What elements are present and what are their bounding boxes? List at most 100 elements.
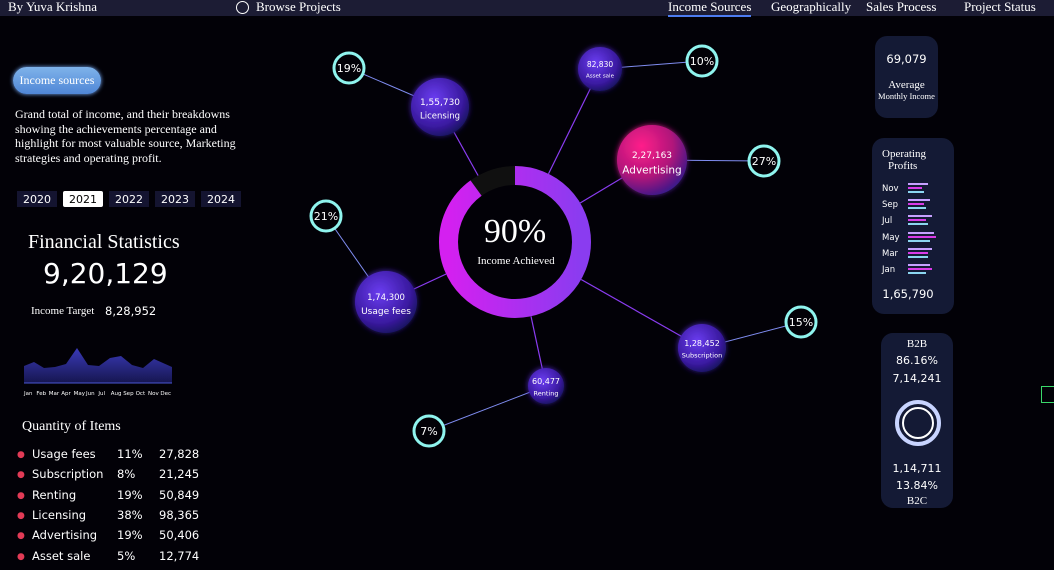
- bubble-label: Licensing: [420, 112, 460, 122]
- source-bubble[interactable]: [528, 368, 564, 404]
- op-month-label: May: [882, 232, 900, 243]
- side-handle[interactable]: [1041, 386, 1054, 403]
- bubble-label: Renting: [534, 390, 559, 398]
- badge-connector: [428, 385, 547, 432]
- list-item: ● Licensing 38% 98,365: [17, 508, 217, 526]
- top-bar: By Yuva Krishna Browse Projects Income S…: [0, 0, 1054, 17]
- item-percent: 19%: [117, 528, 143, 543]
- item-percent: 5%: [117, 548, 136, 563]
- year-2020[interactable]: 2020: [17, 191, 57, 207]
- percent-badge-text: 10%: [690, 55, 714, 68]
- b2b-ring-inner: [902, 407, 934, 439]
- bullet-icon: ●: [17, 510, 25, 521]
- b2b-label: B2B: [906, 338, 928, 350]
- source-bubble[interactable]: [578, 47, 622, 91]
- month-label: Sep: [123, 391, 134, 397]
- source-node[interactable]: 1,28,452 Subscription: [678, 324, 726, 372]
- income-target-label: Income Target: [31, 305, 95, 317]
- bubble-value: 1,74,300: [367, 293, 405, 303]
- bubble-label: Asset sale: [586, 74, 615, 80]
- op-bar-a: [908, 183, 928, 185]
- month-label: Dec: [160, 391, 171, 397]
- item-percent: 8%: [117, 467, 136, 482]
- item-value: 21,245: [159, 467, 200, 482]
- avg-income-label2: Monthly Income: [878, 91, 935, 101]
- month-labels: Jan Feb Mar Apr May Jun Jul Aug Sep Oct Nov Dec: [23, 391, 171, 397]
- tab-project-status[interactable]: Project Status: [964, 0, 1036, 15]
- bullet-icon: ●: [17, 531, 25, 542]
- month-label: Jan: [23, 391, 33, 397]
- item-value: 50,849: [159, 487, 200, 502]
- op-bar-b: [908, 203, 924, 206]
- author-label: By Yuva Krishna: [8, 0, 98, 14]
- item-percent: 38%: [117, 507, 143, 522]
- source-node[interactable]: 82,830 Asset sale: [578, 47, 622, 91]
- op-bar-c: [908, 191, 924, 193]
- financial-total: 9,20,129: [43, 257, 168, 290]
- source-bubble[interactable]: [678, 324, 726, 372]
- item-percent: 11%: [117, 447, 143, 461]
- op-month-label: Nov: [882, 184, 899, 194]
- bubble-value: 60,477: [532, 377, 560, 386]
- op-month-label: Mar: [882, 248, 899, 259]
- bullet-icon: ●: [17, 470, 25, 481]
- item-value: 12,774: [159, 548, 200, 563]
- b2b-ring: [895, 400, 941, 446]
- item-name: Asset sale: [32, 548, 91, 563]
- source-node[interactable]: 60,477 Renting: [528, 368, 564, 404]
- source-node[interactable]: 1,74,300 Usage fees: [355, 271, 417, 333]
- year-2022[interactable]: 2022: [109, 191, 149, 207]
- op-month-label: Sep: [882, 200, 899, 211]
- bubble-label: Subscription: [682, 352, 722, 360]
- percent-badge-text: 19%: [337, 62, 361, 75]
- b2c-percent: 13.84%: [896, 479, 938, 492]
- month-label: Apr: [61, 391, 71, 397]
- bullet-icon: ●: [17, 551, 25, 562]
- op-bar-b: [908, 251, 928, 254]
- item-name: Licensing: [32, 507, 87, 522]
- source-node[interactable]: 1,55,730 Licensing: [411, 78, 469, 136]
- avg-income-value: 69,079: [886, 52, 927, 66]
- quantity-title: Quantity of Items: [22, 419, 121, 434]
- month-label: May: [74, 391, 86, 397]
- percent-badge-text: 21%: [314, 210, 338, 223]
- month-label: Aug: [111, 391, 122, 397]
- op-bar-b: [908, 219, 926, 222]
- compass-icon[interactable]: [236, 1, 249, 14]
- b2c-value: 1,14,711: [892, 462, 942, 475]
- bubble-value: 82,830: [587, 60, 613, 69]
- income-sources-button[interactable]: Income sources: [13, 67, 101, 94]
- b2b-b2c-card: B2B 86.16% 7,14,241 1,14,711 13.84% B2C: [881, 333, 953, 508]
- op-bar-a: [908, 231, 934, 234]
- year-2021[interactable]: 2021: [63, 191, 103, 207]
- item-name: Usage fees: [32, 447, 96, 461]
- achieved-percent: 90%: [484, 213, 546, 250]
- op-month-label: Jul: [882, 216, 893, 227]
- op-bar-b: [908, 268, 932, 270]
- tab-sales-process[interactable]: Sales Process: [866, 0, 936, 15]
- op-month-label: Jan: [882, 265, 896, 275]
- browse-projects-link[interactable]: Browse Projects: [256, 0, 341, 15]
- item-value: 98,365: [159, 507, 200, 522]
- op-bar-a: [908, 215, 932, 218]
- tab-geographically[interactable]: Geographically: [771, 0, 851, 15]
- year-2023[interactable]: 2023: [155, 191, 195, 207]
- op-bar-c: [908, 272, 926, 274]
- income-target-value: 8,28,952: [105, 304, 157, 318]
- list-item: ● Subscription 8% 21,245: [17, 467, 217, 485]
- item-value: 27,828: [159, 447, 200, 461]
- source-node[interactable]: 2,27,163 Advertising: [617, 125, 687, 195]
- month-label: Nov: [148, 391, 159, 397]
- monthly-area-chart: Jan Feb Mar Apr May Jun Jul Aug Sep Oct Nov Dec: [23, 348, 172, 397]
- item-percent: 19%: [117, 487, 143, 502]
- financial-statistics-title: Financial Statistics: [28, 231, 180, 253]
- year-2024[interactable]: 2024: [201, 191, 241, 207]
- op-bar-a: [908, 199, 930, 202]
- op-bar-c: [908, 223, 928, 226]
- item-name: Renting: [32, 487, 77, 502]
- tab-income-sources[interactable]: Income Sources: [668, 0, 752, 17]
- item-name: Advertising: [32, 528, 98, 543]
- op-label2: Profits: [888, 160, 918, 172]
- op-total: 1,65,790: [882, 287, 934, 301]
- item-value: 50,406: [159, 528, 200, 543]
